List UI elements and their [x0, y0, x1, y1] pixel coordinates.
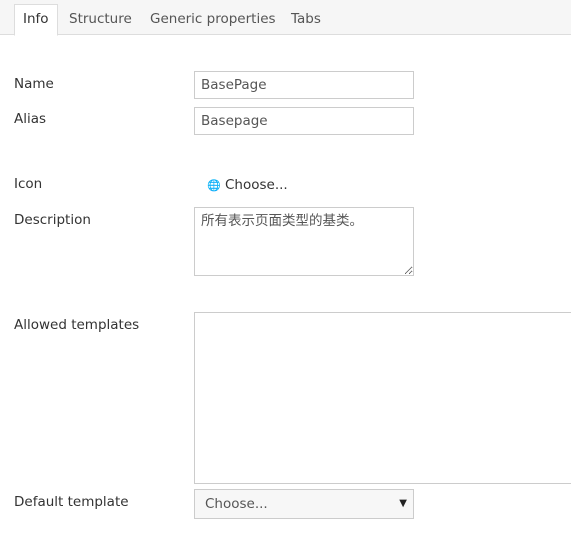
tab-info[interactable]: Info [14, 4, 58, 36]
name-label: Name [14, 76, 54, 92]
caret-down-icon: ▼ [399, 498, 407, 509]
alias-input[interactable] [194, 107, 414, 135]
default-template-select[interactable]: Choose... ▼ [194, 489, 414, 519]
description-textarea[interactable] [194, 207, 414, 276]
description-label: Description [14, 212, 91, 228]
tab-generic-properties[interactable]: Generic properties [142, 5, 284, 34]
tab-structure[interactable]: Structure [61, 5, 140, 34]
choose-icon-label: Choose... [225, 177, 288, 193]
icon-label: Icon [14, 176, 43, 192]
allowed-templates-list[interactable] [194, 312, 571, 484]
default-template-label: Default template [14, 494, 129, 510]
name-input[interactable] [194, 71, 414, 99]
tab-bar: Info Structure Generic properties Tabs [0, 0, 571, 36]
default-template-value: Choose... [205, 496, 268, 512]
allowed-templates-label: Allowed templates [14, 317, 140, 333]
globe-icon: 🌐 [207, 179, 221, 192]
choose-icon-button[interactable]: 🌐 Choose... [207, 177, 288, 193]
alias-label: Alias [14, 111, 47, 127]
tab-tabs[interactable]: Tabs [283, 5, 329, 34]
